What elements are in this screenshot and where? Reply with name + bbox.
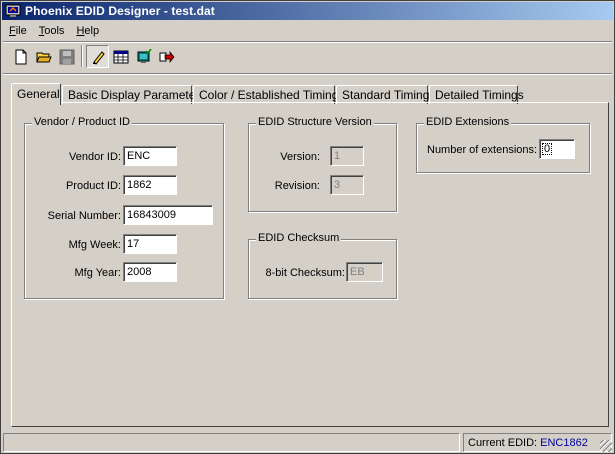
serial-number-label: Serial Number: [47, 210, 121, 222]
mfg-year-label: Mfg Year: [74, 267, 121, 279]
monitor-check-icon [137, 48, 152, 63]
export-button[interactable] [155, 45, 178, 68]
structure-version-group-title: EDID Structure Version [256, 116, 374, 128]
menu-file[interactable]: File [3, 22, 33, 40]
mfg-year-field[interactable]: 2008 [123, 262, 177, 282]
current-edid-label: Current EDID: [468, 437, 538, 449]
vendor-id-field[interactable]: ENC [123, 146, 177, 166]
checksum-field: EB [346, 262, 383, 282]
toolbar-bottom-separator [3, 73, 612, 75]
tab-basic-display-parameters-label: Basic Display Parameters [68, 88, 206, 102]
verify-button[interactable] [132, 45, 155, 68]
mfg-week-field[interactable]: 17 [123, 234, 177, 254]
extensions-group-title: EDID Extensions [424, 116, 512, 128]
checksum-label: 8-bit Checksum: [265, 267, 345, 279]
status-pane-current-edid: Current EDID: ENC1862 [463, 433, 612, 452]
checksum-group: EDID Checksum 8-bit Checksum: EB [248, 232, 397, 299]
edit-pencil-icon [92, 50, 105, 65]
version-field: 1 [330, 146, 364, 166]
vendor-id-label: Vendor ID: [69, 151, 121, 163]
open-folder-icon [35, 52, 52, 62]
toolbar [9, 45, 178, 71]
version-label: Version: [280, 151, 320, 163]
vendor-product-group-title: Vendor / Product ID [32, 116, 132, 128]
table-view-button[interactable] [109, 45, 132, 68]
window-title: Phoenix EDID Designer - test.dat [25, 4, 215, 18]
extensions-count-label: Number of extensions: [427, 144, 538, 156]
product-id-field[interactable]: 1862 [123, 175, 177, 195]
save-button[interactable] [55, 45, 78, 68]
extensions-count-value: 0 [542, 143, 553, 155]
new-file-icon [15, 49, 26, 64]
mfg-week-label: Mfg Week: [68, 239, 121, 251]
edit-button[interactable] [86, 45, 109, 68]
extensions-group: EDID Extensions Number of extensions: 0 [416, 116, 590, 173]
tab-general[interactable]: General [11, 83, 61, 105]
menu-help[interactable]: Help [70, 22, 105, 40]
menu-tools[interactable]: Tools [33, 22, 71, 40]
status-bar: Current EDID: ENC1862 [3, 433, 612, 452]
menu-help-label: Help [76, 25, 100, 37]
current-edid-value: ENC1862 [540, 437, 588, 449]
resize-grip[interactable] [600, 440, 612, 452]
tab-general-label: General [17, 87, 60, 101]
menu-tools-label: Tools [38, 25, 65, 37]
new-file-button[interactable] [9, 45, 32, 68]
menu-bar: File Tools Help [3, 22, 105, 42]
tab-standard-timings-label: Standard Timings [342, 88, 436, 102]
status-pane-main [3, 433, 460, 452]
tab-detailed-timings-label: Detailed Timings [435, 88, 524, 102]
structure-version-group: EDID Structure Version Version: 1 Revisi… [248, 116, 397, 212]
revision-label: Revision: [274, 180, 320, 192]
menu-file-label: File [9, 25, 27, 37]
product-id-label: Product ID: [65, 180, 121, 192]
tab-color-established-timings-label: Color / Established Timings [199, 88, 345, 102]
toolbar-separator [81, 45, 83, 67]
grid-table-icon [113, 50, 128, 63]
extensions-count-field[interactable]: 0 [539, 139, 575, 159]
title-bar[interactable]: Phoenix EDID Designer - test.dat [2, 2, 613, 20]
revision-field: 3 [330, 175, 364, 195]
phoenix-app-icon[interactable] [5, 4, 21, 18]
app-window: Phoenix EDID Designer - test.dat File To… [0, 0, 615, 454]
export-arrow-icon [159, 50, 174, 63]
serial-number-field[interactable]: 16843009 [123, 205, 213, 225]
checksum-group-title: EDID Checksum [256, 232, 342, 244]
general-tab-panel: Vendor / Product ID Vendor ID: ENC Produ… [11, 102, 609, 427]
open-file-button[interactable] [32, 45, 55, 68]
vendor-product-group: Vendor / Product ID Vendor ID: ENC Produ… [24, 116, 224, 299]
menu-separator [3, 41, 612, 43]
save-disk-icon [59, 49, 74, 64]
